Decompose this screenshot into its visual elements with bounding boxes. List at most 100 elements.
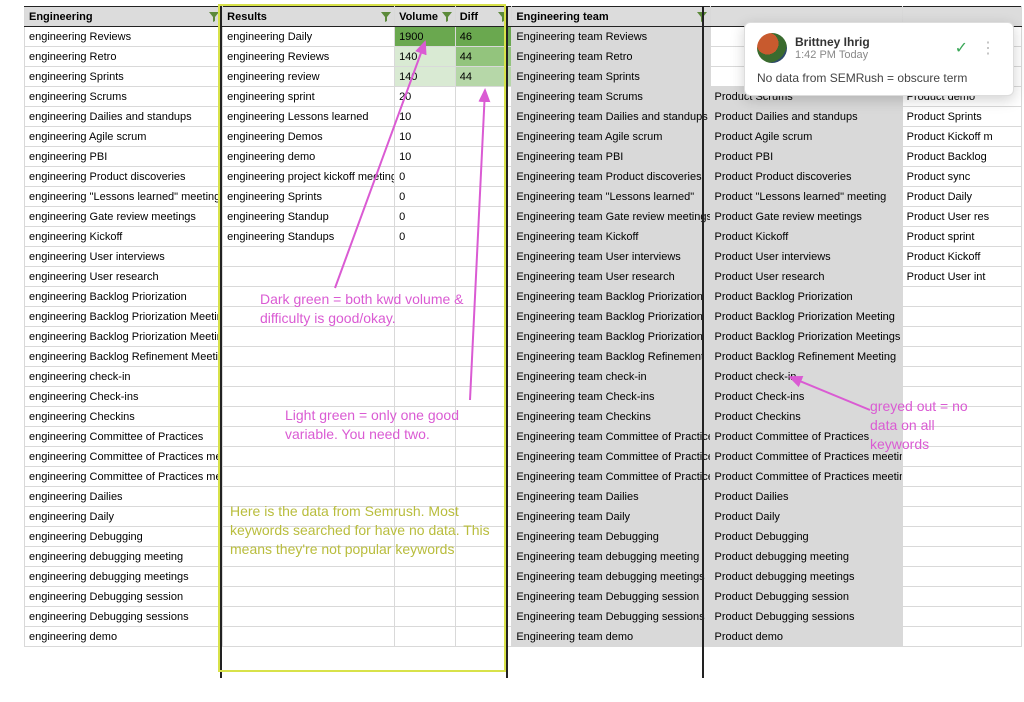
diff[interactable] — [455, 267, 512, 287]
res[interactable] — [223, 307, 395, 327]
team[interactable]: Engineering team "Lessons learned" — [512, 187, 710, 207]
team[interactable]: Engineering team debugging meetings — [512, 567, 710, 587]
p1[interactable]: Product demo — [710, 627, 902, 647]
team[interactable]: Engineering team Backlog Priorization — [512, 327, 710, 347]
team[interactable]: Engineering team check-in — [512, 367, 710, 387]
eng[interactable]: engineering Sprints — [25, 67, 223, 87]
col-header-team[interactable]: Engineering team — [512, 7, 710, 27]
vol[interactable] — [395, 407, 456, 427]
res[interactable]: engineering Lessons learned — [223, 107, 395, 127]
res[interactable] — [223, 387, 395, 407]
filter-icon[interactable] — [209, 12, 219, 22]
team[interactable]: Engineering team Gate review meetings — [512, 207, 710, 227]
diff[interactable] — [455, 547, 512, 567]
p1[interactable]: Product Checkins — [710, 407, 902, 427]
eng[interactable]: engineering Checkins — [25, 407, 223, 427]
eng[interactable]: engineering demo — [25, 627, 223, 647]
p2[interactable] — [902, 527, 1021, 547]
p1[interactable]: Product Backlog Priorization — [710, 287, 902, 307]
res[interactable]: engineering project kickoff meetings — [223, 167, 395, 187]
p2[interactable] — [902, 287, 1021, 307]
team[interactable]: Engineering team Reviews — [512, 27, 710, 47]
diff[interactable] — [455, 387, 512, 407]
res[interactable] — [223, 267, 395, 287]
diff[interactable] — [455, 87, 512, 107]
p1[interactable]: Product Committee of Practices — [710, 427, 902, 447]
more-icon[interactable]: ⋮ — [976, 38, 1001, 58]
vol[interactable] — [395, 587, 456, 607]
team[interactable]: Engineering team Kickoff — [512, 227, 710, 247]
diff[interactable] — [455, 487, 512, 507]
p1[interactable]: Product check-in — [710, 367, 902, 387]
vol[interactable]: 10 — [395, 107, 456, 127]
vol[interactable]: 140 — [395, 47, 456, 67]
diff[interactable] — [455, 187, 512, 207]
p2[interactable] — [902, 467, 1021, 487]
vol[interactable] — [395, 487, 456, 507]
eng[interactable]: engineering Backlog Priorization Meeting — [25, 307, 223, 327]
vol[interactable]: 1900 — [395, 27, 456, 47]
eng[interactable]: engineering Dailies and standups — [25, 107, 223, 127]
p1[interactable]: Product Gate review meetings — [710, 207, 902, 227]
col-header-engineering[interactable]: Engineering — [25, 7, 223, 27]
p2[interactable]: Product User res — [902, 207, 1021, 227]
diff[interactable] — [455, 127, 512, 147]
vol[interactable] — [395, 627, 456, 647]
p2[interactable]: Product User int — [902, 267, 1021, 287]
res[interactable] — [223, 587, 395, 607]
team[interactable]: Engineering team Backlog Priorization — [512, 287, 710, 307]
filter-icon[interactable] — [381, 12, 391, 22]
team[interactable]: Engineering team Scrums — [512, 87, 710, 107]
eng[interactable]: engineering Kickoff — [25, 227, 223, 247]
res[interactable] — [223, 347, 395, 367]
vol[interactable] — [395, 427, 456, 447]
diff[interactable] — [455, 507, 512, 527]
p2[interactable] — [902, 307, 1021, 327]
diff[interactable] — [455, 607, 512, 627]
vol[interactable] — [395, 247, 456, 267]
vol[interactable] — [395, 547, 456, 567]
eng[interactable]: engineering Retro — [25, 47, 223, 67]
diff[interactable] — [455, 407, 512, 427]
team[interactable]: Engineering team PBI — [512, 147, 710, 167]
p1[interactable]: Product Check-ins — [710, 387, 902, 407]
team[interactable]: Engineering team Debugging session — [512, 587, 710, 607]
p2[interactable] — [902, 567, 1021, 587]
p2[interactable]: Product Kickoff m — [902, 127, 1021, 147]
res[interactable] — [223, 567, 395, 587]
res[interactable]: engineering Sprints — [223, 187, 395, 207]
diff[interactable] — [455, 247, 512, 267]
team[interactable]: Engineering team Daily — [512, 507, 710, 527]
eng[interactable]: engineering Backlog Priorization Meeting… — [25, 327, 223, 347]
res[interactable]: engineering sprint — [223, 87, 395, 107]
res[interactable] — [223, 527, 395, 547]
res[interactable] — [223, 367, 395, 387]
vol[interactable] — [395, 287, 456, 307]
eng[interactable]: engineering Check-ins — [25, 387, 223, 407]
eng[interactable]: engineering Backlog Refinement Meeting — [25, 347, 223, 367]
res[interactable]: engineering Standup — [223, 207, 395, 227]
resolve-icon[interactable]: ✓ — [955, 38, 968, 58]
res[interactable] — [223, 627, 395, 647]
vol[interactable] — [395, 327, 456, 347]
vol[interactable] — [395, 527, 456, 547]
res[interactable]: engineering Standups — [223, 227, 395, 247]
col-header-volume[interactable]: Volume — [395, 7, 456, 27]
p2[interactable] — [902, 547, 1021, 567]
diff[interactable] — [455, 327, 512, 347]
eng[interactable]: engineering Debugging — [25, 527, 223, 547]
p2[interactable] — [902, 507, 1021, 527]
p1[interactable]: Product User interviews — [710, 247, 902, 267]
res[interactable] — [223, 407, 395, 427]
p2[interactable]: Product Kickoff — [902, 247, 1021, 267]
diff[interactable] — [455, 347, 512, 367]
p2[interactable] — [902, 607, 1021, 627]
team[interactable]: Engineering team Retro — [512, 47, 710, 67]
diff[interactable] — [455, 147, 512, 167]
p1[interactable]: Product Backlog Priorization Meetings — [710, 327, 902, 347]
vol[interactable] — [395, 567, 456, 587]
diff[interactable] — [455, 207, 512, 227]
p2[interactable] — [902, 627, 1021, 647]
p2[interactable] — [902, 587, 1021, 607]
eng[interactable]: engineering Dailies — [25, 487, 223, 507]
